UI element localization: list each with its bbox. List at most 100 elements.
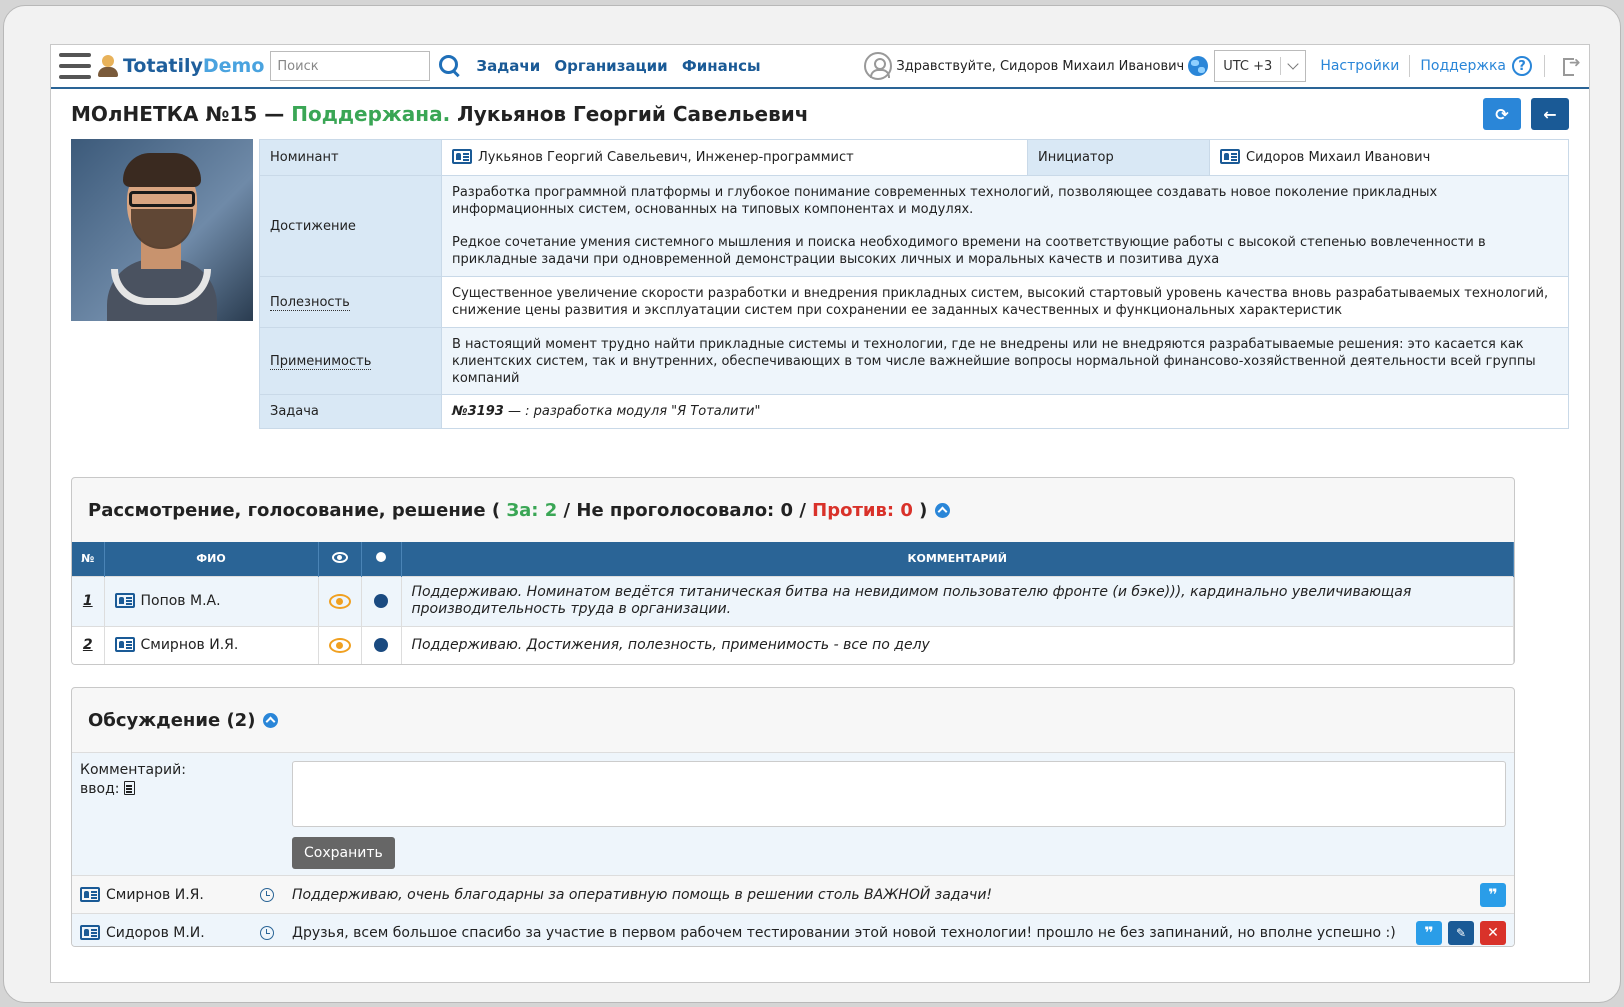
usefulness-value: Существенное увеличение скорости разрабо… [441, 276, 1569, 328]
row-num[interactable]: 2 [72, 625, 105, 664]
clock-icon [260, 925, 274, 940]
info-table: Номинант Лукьянов Георгий Савельевич, Ин… [259, 139, 1569, 429]
row-name[interactable]: Смирнов И.Я. [104, 625, 319, 664]
main-nav: Задачи Организации Финансы [476, 57, 770, 75]
applicability-value: В настоящий момент трудно найти прикладн… [441, 327, 1569, 395]
task-text: — : разработка модуля "Я Тоталити" [503, 404, 761, 419]
user-icon[interactable] [864, 52, 893, 80]
achievement-value: Разработка программной платформы и глубо… [441, 175, 1569, 277]
votes-panel: Рассмотрение, голосование, решение ( За:… [71, 477, 1515, 665]
achievement-p1: Разработка программной платформы и глубо… [452, 185, 1438, 217]
exit-icon[interactable] [1563, 55, 1581, 76]
votes-table: № ФИО КОММЕНТАРИЙ 1 Попов М.А. Поддержив… [72, 542, 1514, 664]
settings-link[interactable]: Настройки [1320, 58, 1399, 74]
eye-icon [328, 593, 351, 609]
row-viewed [318, 625, 362, 664]
logo[interactable]: TotatilyDemo [123, 55, 264, 77]
logo-icon [97, 54, 119, 78]
back-button[interactable]: ← [1531, 98, 1569, 130]
nav-finance[interactable]: Финансы [682, 57, 761, 75]
quote-icon: ❞ [1488, 885, 1498, 904]
voter-name: Попов М.А. [140, 593, 221, 609]
logo-prefix: Totatily [123, 55, 203, 77]
delete-button[interactable]: ✕ [1480, 920, 1506, 945]
nominee-cell[interactable]: Лукьянов Георгий Савельевич, Инженер-про… [441, 139, 1028, 176]
votes-for: За: 2 [506, 499, 558, 521]
task-link[interactable]: №3193 — : разработка модуля "Я Тоталити" [441, 394, 1569, 429]
row-name[interactable]: Попов М.А. [104, 575, 319, 626]
card-icon [80, 886, 100, 902]
row-num[interactable]: 1 [72, 575, 105, 626]
comment-label: Комментарий: ввод: [80, 761, 292, 869]
discussion-header: Обсуждение (2) [72, 688, 1514, 752]
back-icon: ← [1543, 104, 1557, 124]
achievement-label: Достижение [259, 175, 442, 277]
support-link[interactable]: Поддержка [1420, 58, 1506, 74]
message-text: Поддерживаю, очень благодарны за операти… [292, 886, 993, 903]
edit-button[interactable]: ✎ [1448, 920, 1474, 945]
eye-icon [328, 637, 351, 653]
quote-button[interactable]: ❞ [1416, 920, 1442, 945]
nav-organizations[interactable]: Организации [554, 57, 667, 75]
document-icon[interactable] [123, 781, 135, 795]
list-item: Смирнов И.Я. Поддерживаю, очень благодар… [72, 875, 1514, 913]
row-viewed [318, 575, 362, 626]
author-name: Сидоров М.И. [106, 924, 205, 941]
logo-suffix: Demo [202, 55, 265, 77]
comment-textarea[interactable] [292, 761, 1506, 827]
row-status [361, 625, 402, 664]
title-row: МОлНЕТКА №15 — Поддержана. Лукьянов Геор… [51, 89, 1589, 139]
table-row: 1 Попов М.А. Поддерживаю. Номинатом ведё… [72, 575, 1514, 626]
timezone-select[interactable]: UTC +3 [1214, 50, 1307, 82]
delete-icon: ✕ [1487, 924, 1499, 941]
refresh-icon: ⟳ [1495, 104, 1509, 124]
search-icon[interactable] [438, 54, 462, 78]
list-item: Сидоров М.И. Друзья, всем большое спасиб… [72, 913, 1514, 946]
page-title: МОлНЕТКА №15 — Поддержана. Лукьянов Геор… [71, 102, 809, 126]
timezone-value: UTC +3 [1223, 58, 1273, 74]
message-author[interactable]: Смирнов И.Я. [80, 886, 260, 903]
quote-button[interactable]: ❞ [1480, 882, 1506, 907]
nominee-value: Лукьянов Георгий Савельевич, Инженер-про… [478, 150, 854, 165]
greeting: Здравствуйте, Сидоров Михаил Иванович [896, 58, 1185, 74]
votes-close: ) [912, 499, 928, 521]
browser-frame: TotatilyDemo Задачи Организации Финансы … [3, 5, 1621, 1003]
clock-icon [260, 887, 274, 902]
globe-icon[interactable] [1188, 56, 1209, 76]
message-author[interactable]: Сидоров М.И. [80, 924, 260, 941]
discussion-panel: Обсуждение (2) Комментарий: ввод: Сохран… [71, 687, 1515, 947]
table-row: 2 Смирнов И.Я. Поддерживаю. Достижения, … [72, 625, 1514, 664]
votes-header: Рассмотрение, голосование, решение ( За:… [72, 478, 1514, 542]
achievement-p2: Редкое сочетание умения системного мышле… [452, 235, 1486, 267]
col-viewed [318, 542, 362, 576]
search-input[interactable] [270, 51, 431, 81]
task-label: Задача [259, 394, 442, 429]
initiator-cell[interactable]: Сидоров Михаил Иванович [1209, 139, 1569, 176]
col-num: № [72, 542, 105, 576]
comment-input-area: Сохранить [292, 761, 1506, 869]
achievement-label-text: Достижение [270, 218, 356, 234]
applicability-label-text: Применимость [270, 353, 372, 370]
dot-icon [376, 552, 386, 563]
col-comment: КОММЕНТАРИЙ [401, 542, 1514, 576]
nominee-label: Номинант [259, 139, 442, 176]
collapse-icon[interactable] [263, 712, 279, 728]
save-button[interactable]: Сохранить [292, 837, 395, 869]
nominee-name: Лукьянов Георгий Савельевич [450, 102, 809, 126]
usefulness-label-text: Полезность [270, 294, 350, 311]
initiator-label: Инициатор [1027, 139, 1210, 176]
eye-icon [331, 551, 348, 563]
votes-open: ( [485, 499, 507, 521]
help-icon[interactable]: ? [1512, 56, 1532, 76]
nav-tasks[interactable]: Задачи [476, 57, 540, 75]
row-status [361, 575, 402, 626]
dot-icon [374, 638, 388, 653]
refresh-button[interactable]: ⟳ [1483, 98, 1521, 130]
collapse-icon[interactable] [935, 502, 951, 518]
status-label: Поддержана. [291, 102, 451, 126]
comment-label-text: Комментарий: [80, 762, 186, 778]
divider [1544, 55, 1545, 77]
row-comment: Поддерживаю. Достижения, полезность, при… [401, 625, 1514, 664]
menu-icon[interactable] [59, 53, 91, 79]
nomination-info: Номинант Лукьянов Георгий Савельевич, Ин… [51, 139, 1589, 429]
